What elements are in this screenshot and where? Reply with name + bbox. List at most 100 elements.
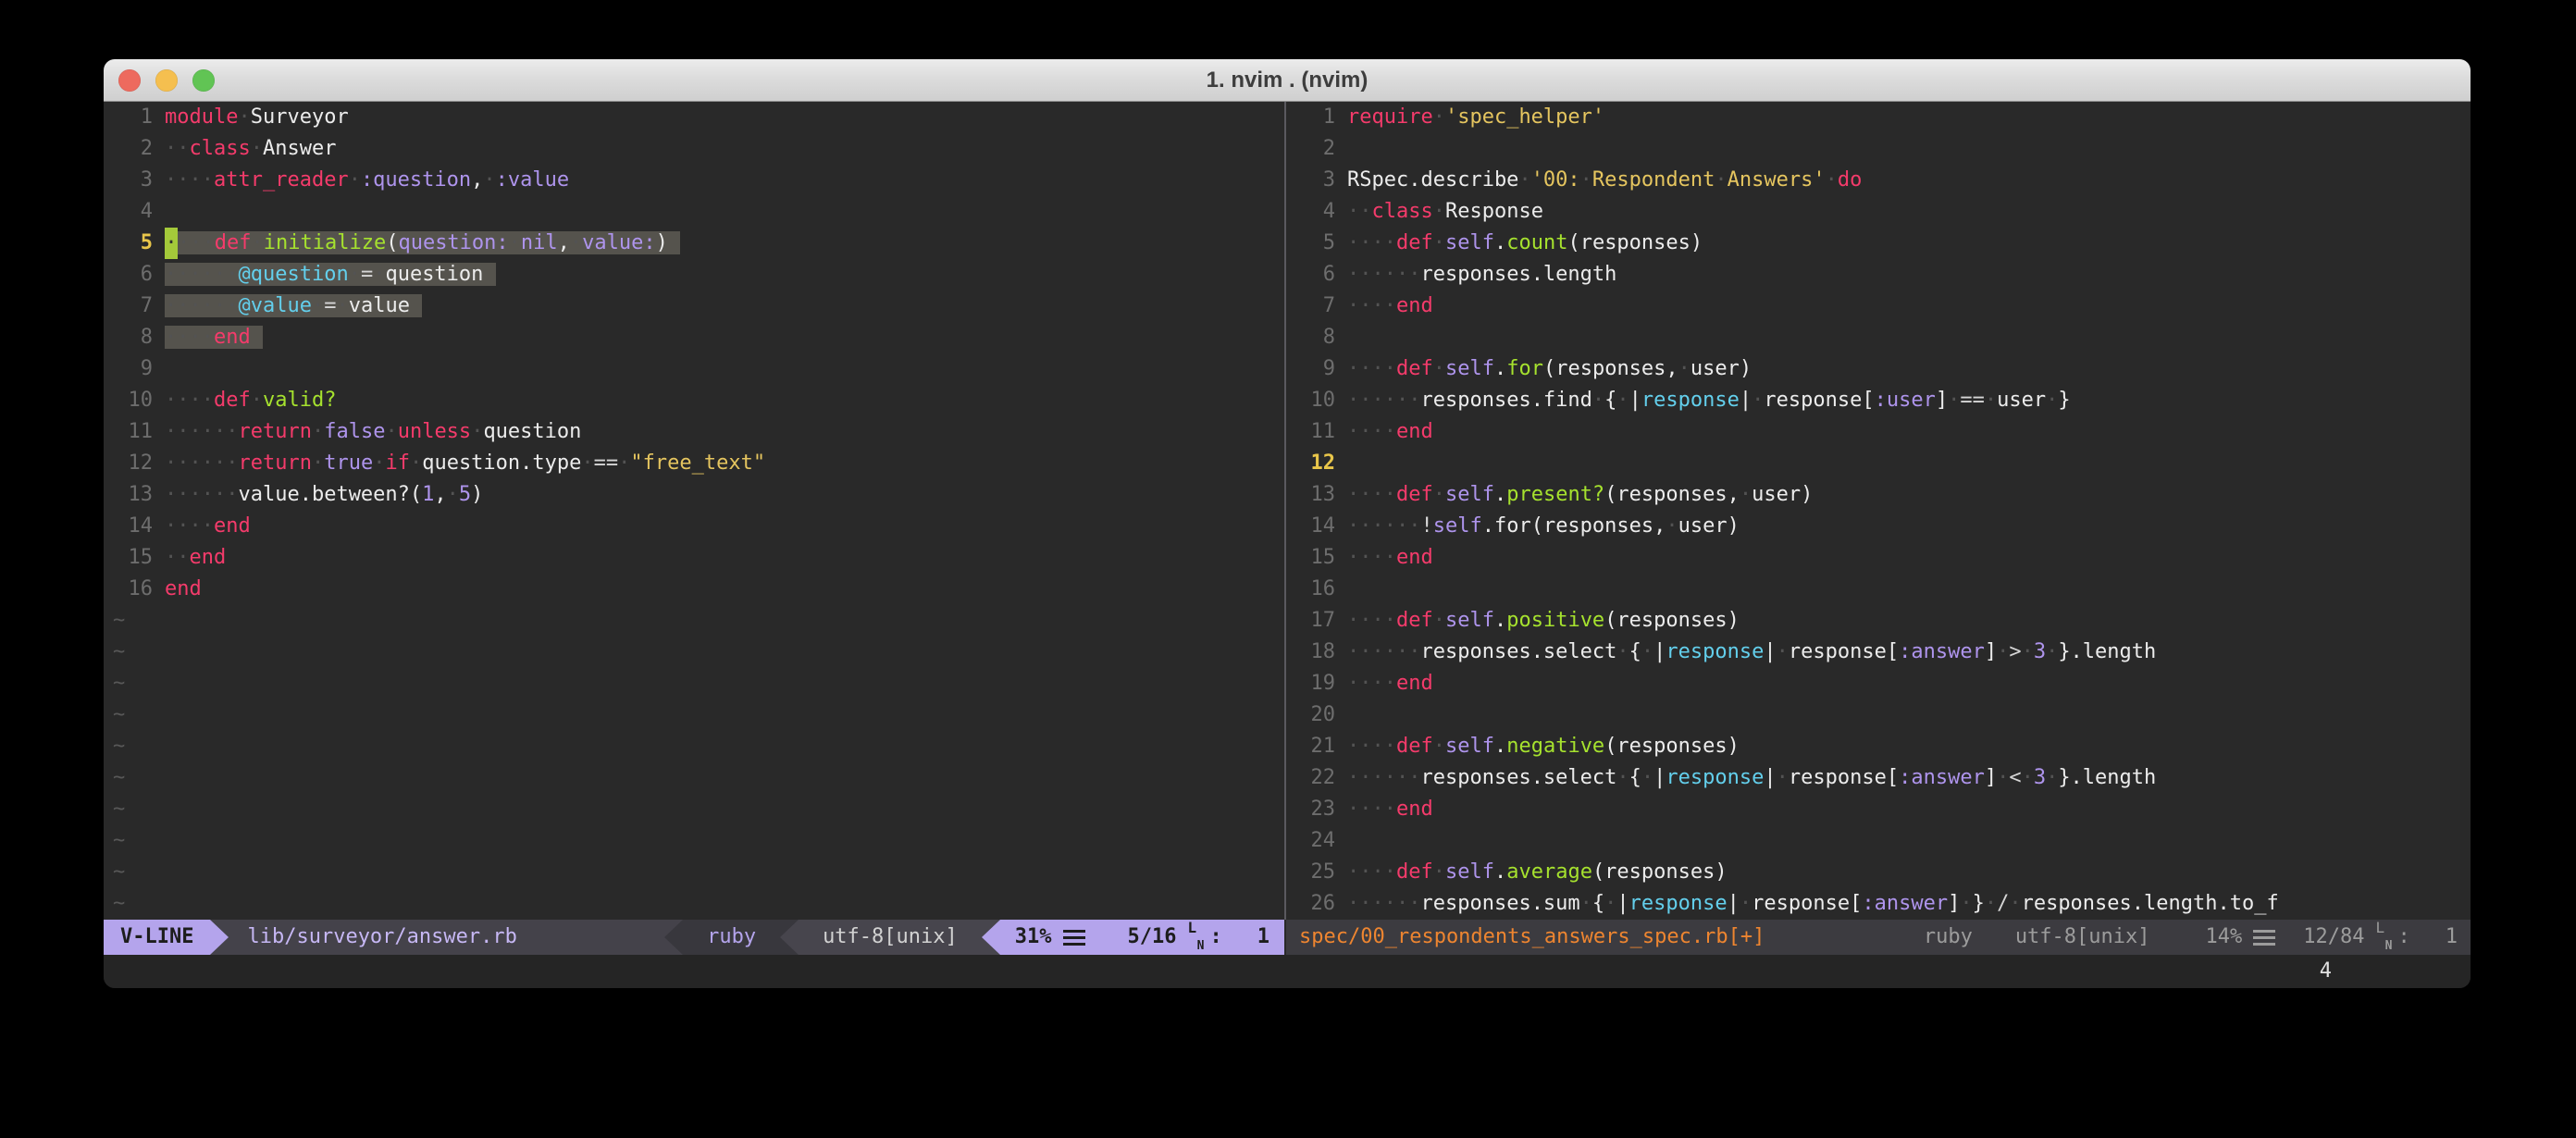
- code-line[interactable]: 22······responses.select·{·|response|·re…: [1286, 762, 2471, 794]
- cursor-column: 1: [2446, 920, 2458, 955]
- code-line[interactable]: 3RSpec.describe·'00:·Respondent·Answers'…: [1286, 165, 2471, 196]
- code-line[interactable]: 14····end: [104, 511, 1284, 542]
- code-line[interactable]: 10····def·valid?: [104, 385, 1284, 416]
- code-line[interactable]: 7 ······@value·=·value: [104, 291, 1284, 322]
- code-line[interactable]: 11······return·false·unless·question: [104, 416, 1284, 448]
- code-line[interactable]: 3····attr_reader·:question,·:value: [104, 165, 1284, 196]
- scroll-percent: 14%: [2206, 920, 2243, 955]
- powerline-separator-icon: [982, 920, 1000, 955]
- code-line[interactable]: 12: [1286, 448, 2471, 479]
- code-line[interactable]: 15····end: [1286, 542, 2471, 574]
- code-line[interactable]: 4··class·Response: [1286, 196, 2471, 228]
- code-text: ··class·Response: [1347, 196, 1543, 228]
- powerline-separator-icon: [210, 920, 229, 955]
- code-line[interactable]: 15··end: [104, 542, 1284, 574]
- tilde-marker: ~: [113, 857, 125, 888]
- code-line[interactable]: 12······return·true·if·question.type·==·…: [104, 448, 1284, 479]
- code-text: ····end: [1347, 291, 1433, 322]
- line-number: 11: [1286, 416, 1335, 448]
- line-number: 2: [104, 133, 153, 165]
- line-number: 13: [104, 479, 153, 511]
- code-line[interactable]: 11····end: [1286, 416, 2471, 448]
- code-line[interactable]: 10······responses.find·{·|response|·resp…: [1286, 385, 2471, 416]
- code-text: ····end: [165, 322, 263, 353]
- code-line[interactable]: 4: [104, 196, 1284, 228]
- code-line[interactable]: 21····def·self.negative(responses): [1286, 731, 2471, 762]
- tilde-marker: ~: [113, 668, 125, 699]
- buffer-left[interactable]: 1module·Surveyor2 ··class·Answer3····attr…: [104, 102, 1284, 920]
- line-number: 6: [1286, 259, 1335, 291]
- editor-pane-left[interactable]: 1module·Surveyor2 ··class·Answer3····attr…: [104, 102, 1284, 955]
- code-line[interactable]: 1require·'spec_helper': [1286, 102, 2471, 133]
- tilde-marker: ~: [113, 794, 125, 825]
- code-text: ······responses.select·{·|response|·resp…: [1347, 762, 2156, 794]
- code-text: ····def·initialize(question:·nil,·value:…: [165, 228, 680, 259]
- tilde-marker: ~: [113, 762, 125, 794]
- code-text: ······@value·=·value: [165, 291, 422, 322]
- line-number: 3: [104, 165, 153, 196]
- line-number: 16: [1286, 574, 1335, 605]
- code-text: ··class·Answer: [165, 133, 336, 165]
- empty-line: ~: [104, 605, 1284, 637]
- code-text: ······value.between?(1,·5): [165, 479, 483, 511]
- code-line[interactable]: 9····def·self.for(responses,·user): [1286, 353, 2471, 385]
- code-line[interactable]: 14······!self.for(responses,·user): [1286, 511, 2471, 542]
- line-number: 8: [1286, 322, 1335, 353]
- code-line[interactable]: 5 ····def·self.count(responses): [1286, 228, 2471, 259]
- line-number: 5: [1286, 228, 1335, 259]
- line-number: 21: [1286, 731, 1335, 762]
- editor-pane-right[interactable]: 1require·'spec_helper'23RSpec.describe·'…: [1286, 102, 2471, 955]
- code-text: ····def·valid?: [165, 385, 336, 416]
- filepath-label: lib/surveyor/answer.rb: [247, 920, 516, 955]
- code-line[interactable]: 1module·Surveyor: [104, 102, 1284, 133]
- code-line[interactable]: 7····end: [1286, 291, 2471, 322]
- empty-line: ~: [104, 825, 1284, 857]
- buffer-right[interactable]: 1require·'spec_helper'23RSpec.describe·'…: [1286, 102, 2471, 920]
- code-line[interactable]: 20: [1286, 699, 2471, 731]
- code-line[interactable]: 2 ··class·Answer: [104, 133, 1284, 165]
- code-line[interactable]: 9: [104, 353, 1284, 385]
- cursor-position: 5/16: [1128, 920, 1177, 955]
- code-line[interactable]: 23····end: [1286, 794, 2471, 825]
- command-line[interactable]: 4: [104, 955, 2471, 988]
- code-line[interactable]: 6······@question·=·question: [104, 259, 1284, 291]
- code-line[interactable]: 16end: [104, 574, 1284, 605]
- code-text: ······return·false·unless·question: [165, 416, 581, 448]
- max-line-number-icon: LN: [2376, 924, 2393, 950]
- tilde-marker: ~: [113, 637, 125, 668]
- line-number: 17: [1286, 605, 1335, 637]
- code-text: require·'spec_helper': [1347, 102, 1604, 133]
- cursor-position: 12/84: [2303, 920, 2364, 955]
- filename-right: spec/00_respondents_answers_spec.rb[+]: [1286, 920, 1765, 955]
- terminal-window: 1. nvim . (nvim) 1module·Surveyor2 ··clas…: [104, 59, 2471, 988]
- encoding-label: utf-8[unix]: [2015, 920, 2150, 955]
- code-line[interactable]: 18······responses.select·{·|response|·re…: [1286, 637, 2471, 668]
- empty-line: ~: [104, 637, 1284, 668]
- visual-selection: ···def·initialize(question:·nil,·value:): [178, 231, 680, 254]
- line-number: 1: [104, 102, 153, 133]
- code-line[interactable]: 5····def·initialize(question:·nil,·value…: [104, 228, 1284, 259]
- code-line[interactable]: 2: [1286, 133, 2471, 165]
- window-titlebar[interactable]: 1. nvim . (nvim): [104, 59, 2471, 102]
- line-number-icon: [1063, 930, 1085, 946]
- code-text: ······return·true·if·question.type·==·"f…: [165, 448, 765, 479]
- line-number: 25: [1286, 857, 1335, 888]
- code-line[interactable]: 17····def·self.positive(responses): [1286, 605, 2471, 637]
- line-number: 10: [1286, 385, 1335, 416]
- code-line[interactable]: 25····def·self.average(responses): [1286, 857, 2471, 888]
- empty-line: ~: [104, 794, 1284, 825]
- code-line[interactable]: 8: [1286, 322, 2471, 353]
- code-line[interactable]: 8····end: [104, 322, 1284, 353]
- code-line[interactable]: 19····end: [1286, 668, 2471, 699]
- code-line[interactable]: 13····def·self.present?(responses,·user): [1286, 479, 2471, 511]
- line-number: 14: [1286, 511, 1335, 542]
- code-text: ······@question·=·question: [165, 259, 496, 291]
- code-line[interactable]: 26······responses.sum·{·|response|·respo…: [1286, 888, 2471, 920]
- line-number: 7: [104, 291, 153, 322]
- code-line[interactable]: 16: [1286, 574, 2471, 605]
- code-line[interactable]: 24: [1286, 825, 2471, 857]
- code-text: ····def·self.count(responses): [1347, 228, 1703, 259]
- code-line[interactable]: 13 ······value.between?(1,·5): [104, 479, 1284, 511]
- code-text: ····end: [165, 511, 251, 542]
- code-line[interactable]: 6······responses.length: [1286, 259, 2471, 291]
